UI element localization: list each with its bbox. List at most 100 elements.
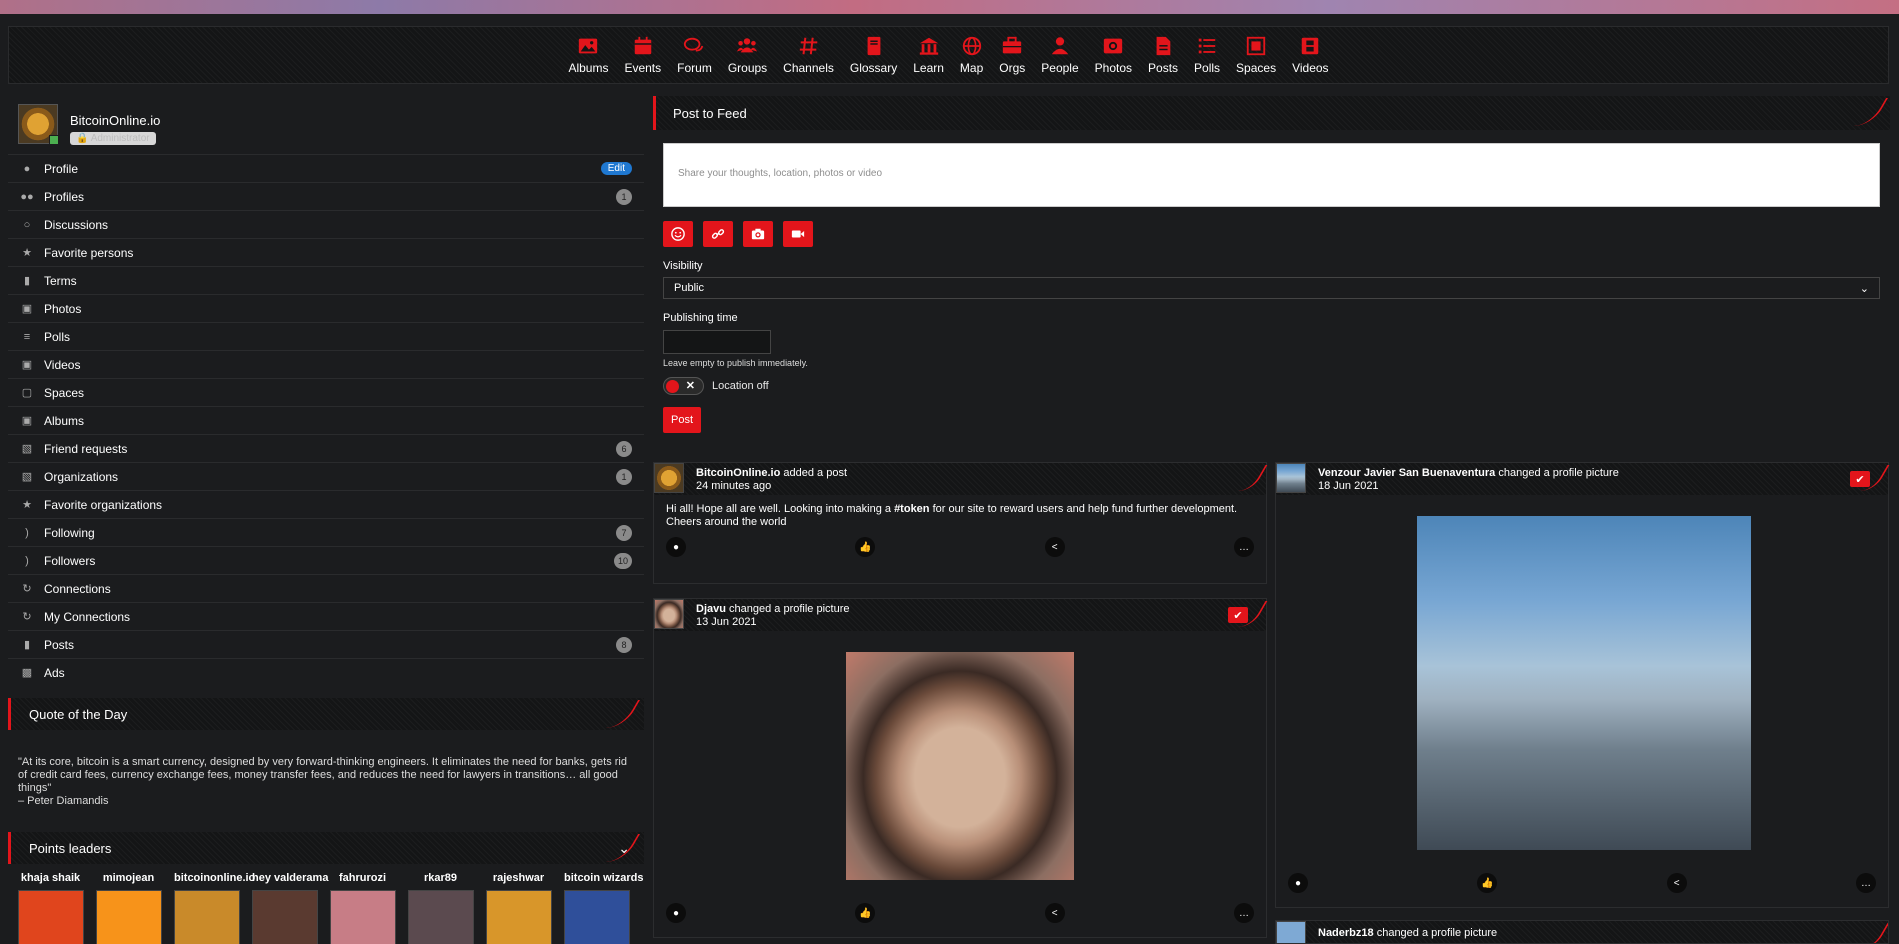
location-toggle[interactable]: ✕ bbox=[663, 377, 704, 395]
avatar[interactable] bbox=[1276, 921, 1306, 943]
profile-name[interactable]: BitcoinOnline.io bbox=[70, 113, 160, 128]
nav-label: Posts bbox=[1148, 61, 1179, 75]
more-icon[interactable]: … bbox=[1233, 903, 1254, 923]
nav-orgs[interactable]: Orgs bbox=[991, 35, 1033, 75]
quote-box: "At its core, bitcoin is a smart currenc… bbox=[8, 730, 644, 820]
leader-item[interactable]: mimojean bbox=[96, 872, 162, 944]
nav-forum[interactable]: Forum bbox=[669, 35, 720, 75]
nav-groups[interactable]: Groups bbox=[720, 35, 775, 75]
thumbs-up-icon[interactable]: 👍 bbox=[855, 903, 876, 923]
avatar[interactable] bbox=[1276, 463, 1306, 493]
leader-item[interactable]: rajeshwar bbox=[486, 872, 552, 944]
calendar-icon bbox=[632, 35, 654, 57]
avatar[interactable] bbox=[18, 104, 59, 145]
sidebar-item-profile[interactable]: ● Profile Edit bbox=[8, 154, 644, 182]
leader-item[interactable]: rkar89 bbox=[408, 872, 474, 944]
card-user[interactable]: Venzour Javier San Buenaventura bbox=[1318, 467, 1495, 479]
leader-item[interactable]: bitcoin wizards bbox=[564, 872, 643, 944]
comment-icon[interactable]: ● bbox=[1288, 873, 1308, 893]
quote-title: Quote of the Day bbox=[29, 706, 128, 722]
sidebar-item-terms[interactable]: ▮ Terms bbox=[8, 266, 644, 294]
sidebar-item-spaces[interactable]: ▢ Spaces bbox=[8, 378, 644, 406]
leader-item[interactable]: khaja shaik bbox=[18, 872, 84, 944]
visibility-select[interactable]: Public ⌄ bbox=[663, 277, 1880, 299]
more-icon[interactable]: … bbox=[1855, 873, 1876, 893]
avatar[interactable] bbox=[252, 890, 318, 944]
avatar[interactable] bbox=[486, 890, 552, 944]
sidebar-item-followers[interactable]: ) Followers 10 bbox=[8, 546, 644, 574]
chevron-down-icon[interactable]: ⌄ bbox=[618, 840, 630, 857]
profile-photo[interactable] bbox=[1417, 516, 1751, 850]
share-icon[interactable]: < bbox=[1044, 537, 1065, 557]
online-indicator bbox=[49, 135, 59, 145]
sidebar-item-videos[interactable]: ▣ Videos bbox=[8, 350, 644, 378]
nav-channels[interactable]: Channels bbox=[775, 35, 842, 75]
sidebar-item-connections[interactable]: ↻ Connections bbox=[8, 574, 644, 602]
comment-icon[interactable]: ● bbox=[666, 903, 686, 923]
leader-item[interactable]: hey valderama bbox=[252, 872, 328, 944]
leader-item[interactable]: fahrurozi bbox=[330, 872, 396, 944]
video-camera-icon[interactable] bbox=[783, 221, 813, 247]
profile-photo[interactable] bbox=[846, 652, 1074, 880]
card-user[interactable]: BitcoinOnline.io bbox=[696, 467, 780, 479]
sidebar-item-my-connections[interactable]: ↻ My Connections bbox=[8, 602, 644, 630]
count-badge: 8 bbox=[616, 636, 632, 653]
avatar[interactable] bbox=[564, 890, 630, 944]
comment-icon[interactable]: ● bbox=[666, 537, 686, 557]
more-icon[interactable]: … bbox=[1233, 537, 1254, 557]
object-group-icon: ▢ bbox=[21, 387, 33, 399]
star-icon: ★ bbox=[22, 247, 32, 259]
sidebar-item-ads[interactable]: ▩ Ads bbox=[8, 658, 644, 686]
nav-posts[interactable]: Posts bbox=[1140, 35, 1186, 75]
sidebar-item-profiles[interactable]: ●● Profiles 1 bbox=[8, 182, 644, 210]
sidebar-item-albums[interactable]: ▣ Albums bbox=[8, 406, 644, 434]
edit-button[interactable]: Edit bbox=[600, 162, 632, 175]
nav-polls[interactable]: Polls bbox=[1186, 35, 1228, 75]
thumbs-up-icon[interactable]: 👍 bbox=[1477, 873, 1498, 893]
sidebar-item-label: Albums bbox=[44, 413, 85, 428]
camera-icon[interactable] bbox=[743, 221, 773, 247]
nav-events[interactable]: Events bbox=[616, 35, 669, 75]
card-user[interactable]: Djavu bbox=[696, 603, 726, 615]
nav-videos[interactable]: Videos bbox=[1284, 35, 1336, 75]
nav-map[interactable]: Map bbox=[952, 35, 991, 75]
sidebar-item-following[interactable]: ) Following 7 bbox=[8, 518, 644, 546]
emoji-icon[interactable] bbox=[663, 221, 693, 247]
sidebar-item-discussions[interactable]: ○ Discussions bbox=[8, 210, 644, 238]
avatar[interactable] bbox=[408, 890, 474, 944]
nav-learn[interactable]: Learn bbox=[905, 35, 952, 75]
post-button[interactable]: Post bbox=[663, 407, 701, 433]
nav-albums[interactable]: Albums bbox=[560, 35, 616, 75]
publishing-time-input[interactable] bbox=[663, 330, 771, 354]
nav-photos[interactable]: Photos bbox=[1087, 35, 1140, 75]
nav-people[interactable]: People bbox=[1033, 35, 1086, 75]
post-input[interactable]: Share your thoughts, location, photos or… bbox=[663, 143, 1880, 207]
sidebar-item-posts[interactable]: ▮ Posts 8 bbox=[8, 630, 644, 658]
avatar[interactable] bbox=[654, 599, 684, 629]
avatar[interactable] bbox=[654, 463, 684, 493]
share-icon[interactable]: < bbox=[1666, 873, 1687, 893]
check-icon[interactable]: ✔ bbox=[1228, 607, 1248, 623]
sidebar-item-favorite-organizations[interactable]: ★ Favorite organizations bbox=[8, 490, 644, 518]
card-user[interactable]: Naderbz18 bbox=[1318, 927, 1374, 939]
link-icon[interactable] bbox=[703, 221, 733, 247]
leader-item[interactable]: bitcoinonline.io bbox=[174, 872, 255, 944]
nav-label: Videos bbox=[1292, 61, 1329, 75]
avatar[interactable] bbox=[18, 890, 84, 944]
sidebar-item-polls[interactable]: ≡ Polls bbox=[8, 322, 644, 350]
avatar[interactable] bbox=[330, 890, 396, 944]
nav-label: People bbox=[1041, 61, 1079, 75]
avatar[interactable] bbox=[96, 890, 162, 944]
nav-spaces[interactable]: Spaces bbox=[1228, 35, 1284, 75]
check-icon[interactable]: ✔ bbox=[1850, 471, 1870, 487]
sidebar-item-friend-requests[interactable]: ▧ Friend requests 6 bbox=[8, 434, 644, 462]
nav-glossary[interactable]: Glossary bbox=[842, 35, 905, 75]
sidebar-item-photos[interactable]: ▣ Photos bbox=[8, 294, 644, 322]
avatar[interactable] bbox=[174, 890, 240, 944]
sidebar-item-organizations[interactable]: ▧ Organizations 1 bbox=[8, 462, 644, 490]
thumbs-up-icon[interactable]: 👍 bbox=[855, 537, 876, 557]
sidebar-item-label: Followers bbox=[44, 553, 96, 568]
share-icon[interactable]: < bbox=[1044, 903, 1065, 923]
hashtag-link[interactable]: #token bbox=[894, 503, 929, 515]
sidebar-item-favorite-persons[interactable]: ★ Favorite persons bbox=[8, 238, 644, 266]
